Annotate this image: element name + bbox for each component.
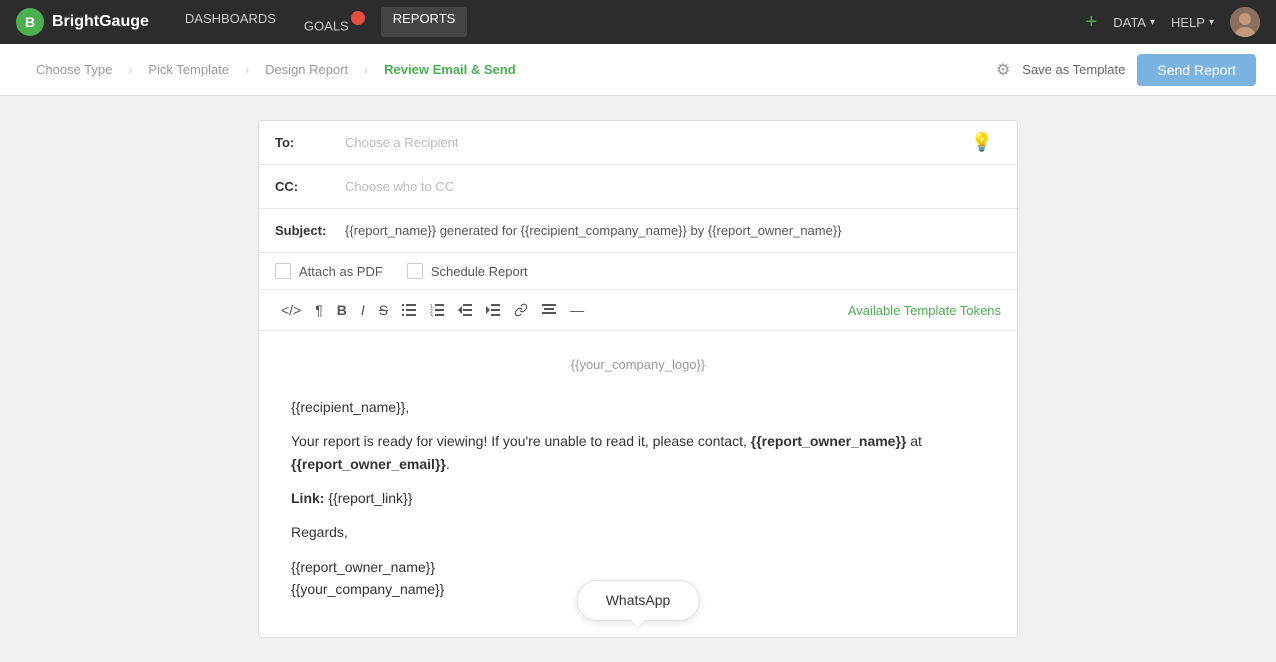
toolbar-strikethrough-btn[interactable]: S <box>373 298 394 322</box>
nav-dashboards[interactable]: DASHBOARDS <box>173 7 288 37</box>
attach-pdf-option[interactable]: Attach as PDF <box>275 263 383 279</box>
nav-reports[interactable]: REPORTS <box>381 7 468 37</box>
email-body: {{your_company_logo}} {{recipient_name}}… <box>259 331 1017 637</box>
whatsapp-bubble[interactable]: WhatsApp <box>577 580 700 620</box>
nav-goals[interactable]: GOALS <box>292 7 377 37</box>
svg-text:B: B <box>25 14 35 30</box>
user-avatar[interactable] <box>1230 7 1260 37</box>
nav-right: + DATA ▾ HELP ▾ <box>1086 7 1260 37</box>
available-tokens-link[interactable]: Available Template Tokens <box>848 303 1001 318</box>
subject-label: Subject: <box>275 223 345 238</box>
brand-name: BrightGauge <box>52 13 149 31</box>
main-content: To: 💡 CC: Subject: {{report_name}} gener… <box>0 96 1276 662</box>
schedule-report-checkbox[interactable] <box>407 263 423 279</box>
schedule-report-label: Schedule Report <box>431 264 528 279</box>
settings-gear-icon[interactable]: ⚙ <box>996 60 1010 80</box>
toolbar-ordered-list-btn[interactable]: 1.2.3. <box>424 299 450 321</box>
subject-field: Subject: {{report_name}} generated for {… <box>259 209 1017 253</box>
lightbulb-button[interactable]: 💡 <box>963 128 1001 157</box>
editor-toolbar: </> ¶ B I S 1.2.3. — Availa <box>259 290 1017 331</box>
toolbar-code-btn[interactable]: </> <box>275 298 307 322</box>
svg-text:3.: 3. <box>430 314 434 317</box>
email-message: Your report is ready for viewing! If you… <box>291 430 985 475</box>
help-chevron-icon: ▾ <box>1209 17 1214 28</box>
attach-pdf-checkbox[interactable] <box>275 263 291 279</box>
nav-help-menu[interactable]: HELP ▾ <box>1171 15 1214 30</box>
toolbar-outdent-btn[interactable] <box>452 300 478 320</box>
nav-data-menu[interactable]: DATA ▾ <box>1113 15 1155 30</box>
toolbar-unordered-list-btn[interactable] <box>396 299 422 321</box>
to-label: To: <box>275 135 345 150</box>
step-bar: Choose Type › Pick Template › Design Rep… <box>0 44 1276 96</box>
toolbar-bold-btn[interactable]: B <box>331 298 353 322</box>
toolbar-hr-btn[interactable]: — <box>564 298 590 322</box>
cc-label: CC: <box>275 179 345 194</box>
toolbar-italic-btn[interactable]: I <box>355 298 371 322</box>
toolbar-indent-btn[interactable] <box>480 300 506 320</box>
goals-badge <box>351 11 365 25</box>
brand-logo-icon: B <box>16 8 44 36</box>
send-report-button[interactable]: Send Report <box>1137 54 1256 86</box>
cc-input[interactable] <box>345 171 1001 202</box>
data-chevron-icon: ▾ <box>1150 17 1155 28</box>
nav-links: DASHBOARDS GOALS REPORTS <box>173 7 1062 37</box>
email-logo-token: {{your_company_logo}} <box>291 355 985 376</box>
step-bar-actions: ⚙ Save as Template Send Report <box>996 54 1256 86</box>
step-review-email[interactable]: Review Email & Send <box>368 62 532 77</box>
email-regards: Regards, <box>291 521 985 543</box>
email-link: Link: {{report_link}} <box>291 487 985 509</box>
to-field: To: 💡 <box>259 121 1017 165</box>
step-design-report[interactable]: Design Report <box>249 62 364 77</box>
toolbar-link-btn[interactable] <box>508 299 534 321</box>
save-template-button[interactable]: Save as Template <box>1022 62 1125 77</box>
cc-field: CC: <box>259 165 1017 209</box>
step-choose-type[interactable]: Choose Type <box>20 62 128 77</box>
avatar-icon <box>1230 7 1260 37</box>
brand-logo-link[interactable]: B BrightGauge <box>16 8 149 36</box>
options-row: Attach as PDF Schedule Report <box>259 253 1017 290</box>
email-panel: To: 💡 CC: Subject: {{report_name}} gener… <box>258 120 1018 638</box>
step-pick-template[interactable]: Pick Template <box>132 62 245 77</box>
email-greeting: {{recipient_name}}, <box>291 396 985 418</box>
attach-pdf-label: Attach as PDF <box>299 264 383 279</box>
add-plus-button[interactable]: + <box>1086 11 1098 34</box>
toolbar-align-btn[interactable] <box>536 300 562 320</box>
subject-value: {{report_name}} generated for {{recipien… <box>345 215 842 246</box>
toolbar-paragraph-btn[interactable]: ¶ <box>309 298 329 322</box>
top-nav: B BrightGauge DASHBOARDS GOALS REPORTS +… <box>0 0 1276 44</box>
to-input[interactable] <box>345 127 963 158</box>
schedule-report-option[interactable]: Schedule Report <box>407 263 528 279</box>
